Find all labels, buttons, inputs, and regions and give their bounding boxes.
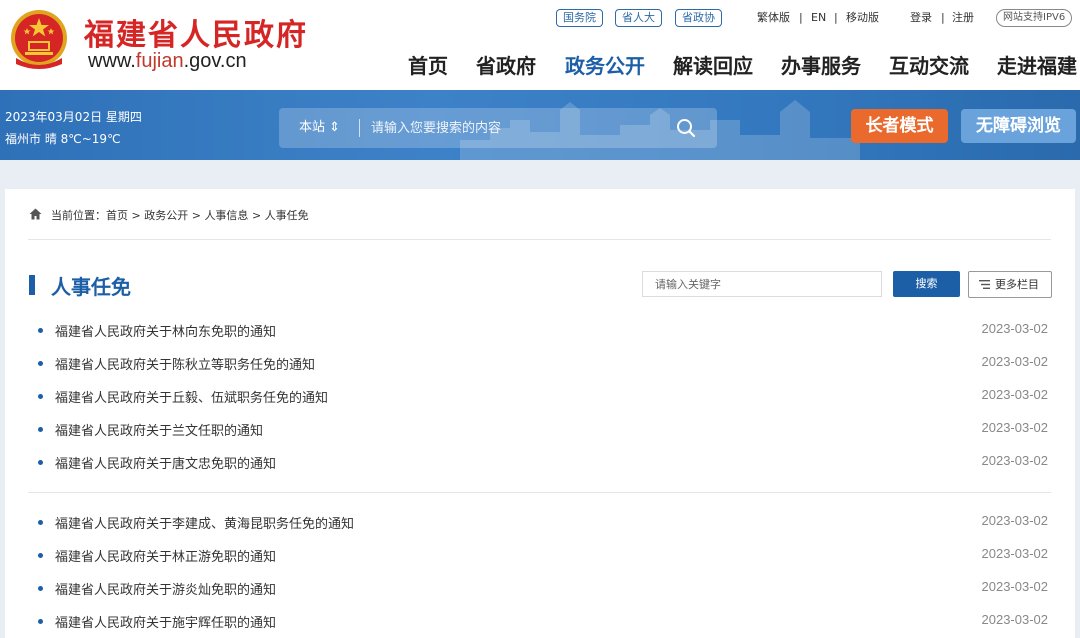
list-item[interactable]: 福建省人民政府关于陈秋立等职务任免的通知 2023-03-02	[38, 353, 1048, 375]
separator: |	[834, 11, 838, 24]
section-title: 人事任免	[51, 275, 131, 299]
register-link[interactable]: 注册	[952, 10, 974, 26]
date-weather: 2023年03月02日 星期四 福州市 晴 8℃~19℃	[5, 106, 142, 150]
list-item-title[interactable]: 福建省人民政府关于陈秋立等职务任免的通知	[55, 354, 315, 373]
separator: |	[941, 11, 945, 24]
login-link[interactable]: 登录	[910, 10, 932, 26]
more-columns-button[interactable]: 更多栏目	[968, 271, 1052, 298]
list-item[interactable]: 福建省人民政府关于施宇辉任职的通知 2023-03-02	[38, 611, 1048, 633]
nav-home[interactable]: 首页	[408, 50, 448, 79]
breadcrumb-gov-affairs[interactable]: 政务公开	[144, 209, 188, 222]
english-link[interactable]: EN	[811, 10, 826, 26]
nav-about-fujian[interactable]: 走进福建	[997, 50, 1077, 79]
breadcrumb-sep: >	[131, 209, 141, 222]
breadcrumb-sep: >	[251, 209, 262, 222]
top-links: 国务院 省人大 省政协 繁体版 | EN | 移动版 登录 | 注册 网站支持I…	[0, 9, 1080, 29]
nav-interaction[interactable]: 互动交流	[889, 50, 969, 79]
search-divider	[359, 119, 360, 137]
nav-provincial-government[interactable]: 省政府	[476, 50, 536, 79]
nav-government-affairs[interactable]: 政务公开	[565, 50, 645, 79]
bullet-icon	[38, 586, 43, 591]
bullet-icon	[38, 427, 43, 432]
menu-list-icon	[979, 280, 990, 289]
breadcrumb-home[interactable]: 首页	[106, 209, 128, 222]
list-item-date: 2023-03-02	[981, 546, 1049, 561]
tag-provincial-cppcc[interactable]: 省政协	[675, 9, 722, 27]
bullet-icon	[38, 553, 43, 558]
ipv6-badge: 网站支持IPV6	[996, 9, 1073, 27]
keyword-input[interactable]	[642, 271, 882, 297]
bullet-icon	[38, 619, 43, 624]
bullet-icon	[38, 328, 43, 333]
elder-mode-button[interactable]: 长者模式	[851, 109, 948, 143]
list-item[interactable]: 福建省人民政府关于林向东免职的通知 2023-03-02	[38, 320, 1048, 342]
home-icon	[29, 208, 42, 220]
weather-info: 福州市 晴 8℃~19℃	[5, 132, 121, 146]
list-item[interactable]: 福建省人民政府关于丘毅、伍斌职务任免的通知 2023-03-02	[38, 386, 1048, 408]
list-item-date: 2023-03-02	[981, 321, 1049, 336]
search-scope-label: 本站	[299, 120, 326, 135]
list-item-date: 2023-03-02	[981, 387, 1049, 402]
search-icon[interactable]	[675, 117, 697, 139]
list-item-date: 2023-03-02	[981, 453, 1049, 468]
breadcrumb-personnel-info[interactable]: 人事信息	[204, 209, 248, 222]
bullet-icon	[38, 394, 43, 399]
sort-arrows-icon: ⇕	[329, 120, 341, 135]
separator: |	[799, 11, 803, 24]
breadcrumb-trail: 当前位置：首页 > 政务公开 > 人事信息 > 人事任免	[51, 207, 309, 223]
breadcrumb-label: 当前位置：	[51, 209, 106, 222]
tag-provincial-congress[interactable]: 省人大	[615, 9, 662, 27]
site-header: 福建省人民政府 www.fujian.gov.cn 国务院 省人大 省政协 繁体…	[0, 0, 1080, 90]
list-item-title[interactable]: 福建省人民政府关于丘毅、伍斌职务任免的通知	[55, 387, 328, 406]
site-search-box: 本站 ⇕	[279, 108, 717, 148]
main-nav: 首页 省政府 政务公开 解读回应 办事服务 互动交流 走进福建	[0, 50, 1080, 80]
bullet-icon	[38, 520, 43, 525]
list-item-title[interactable]: 福建省人民政府关于林正游免职的通知	[55, 546, 276, 565]
section-title-bar	[29, 275, 35, 295]
list-item-date: 2023-03-02	[981, 513, 1049, 528]
list-divider	[28, 492, 1051, 493]
list-item[interactable]: 福建省人民政府关于李建成、黄海昆职务任免的通知 2023-03-02	[38, 512, 1048, 534]
breadcrumb-current[interactable]: 人事任免	[265, 209, 309, 222]
list-item-title[interactable]: 福建省人民政府关于游炎灿免职的通知	[55, 579, 276, 598]
content-card: 当前位置：首页 > 政务公开 > 人事信息 > 人事任免 人事任免 搜索 更多栏…	[5, 189, 1075, 638]
traditional-chinese-link[interactable]: 繁体版	[757, 10, 790, 26]
more-columns-label: 更多栏目	[995, 278, 1039, 291]
list-item-title[interactable]: 福建省人民政府关于兰文任职的通知	[55, 420, 263, 439]
keyword-search-button[interactable]: 搜索	[893, 271, 960, 297]
tag-state-council[interactable]: 国务院	[556, 9, 603, 27]
breadcrumb-sep: >	[191, 209, 201, 222]
list-item[interactable]: 福建省人民政府关于林正游免职的通知 2023-03-02	[38, 545, 1048, 567]
search-banner: 2023年03月02日 星期四 福州市 晴 8℃~19℃ 本站 ⇕ 长者模式 无…	[0, 90, 1080, 160]
nav-services[interactable]: 办事服务	[781, 50, 861, 79]
list-item-date: 2023-03-02	[981, 354, 1049, 369]
site-search-input[interactable]	[371, 113, 661, 143]
search-scope-select[interactable]: 本站 ⇕	[299, 108, 340, 148]
list-item[interactable]: 福建省人民政府关于游炎灿免职的通知 2023-03-02	[38, 578, 1048, 600]
list-item-date: 2023-03-02	[981, 420, 1049, 435]
list-item-date: 2023-03-02	[981, 612, 1049, 627]
list-item-title[interactable]: 福建省人民政府关于唐文忠免职的通知	[55, 453, 276, 472]
bullet-icon	[38, 361, 43, 366]
list-item-title[interactable]: 福建省人民政府关于李建成、黄海昆职务任免的通知	[55, 513, 354, 532]
nav-interpretation[interactable]: 解读回应	[673, 50, 753, 79]
bullet-icon	[38, 460, 43, 465]
current-date: 2023年03月02日 星期四	[5, 110, 142, 124]
list-item[interactable]: 福建省人民政府关于兰文任职的通知 2023-03-02	[38, 419, 1048, 441]
mobile-link[interactable]: 移动版	[846, 10, 879, 26]
accessibility-button[interactable]: 无障碍浏览	[961, 109, 1076, 143]
list-item-title[interactable]: 福建省人民政府关于林向东免职的通知	[55, 321, 276, 340]
list-item[interactable]: 福建省人民政府关于唐文忠免职的通知 2023-03-02	[38, 452, 1048, 474]
list-item-date: 2023-03-02	[981, 579, 1049, 594]
breadcrumb-divider	[28, 239, 1051, 240]
list-item-title[interactable]: 福建省人民政府关于施宇辉任职的通知	[55, 612, 276, 631]
